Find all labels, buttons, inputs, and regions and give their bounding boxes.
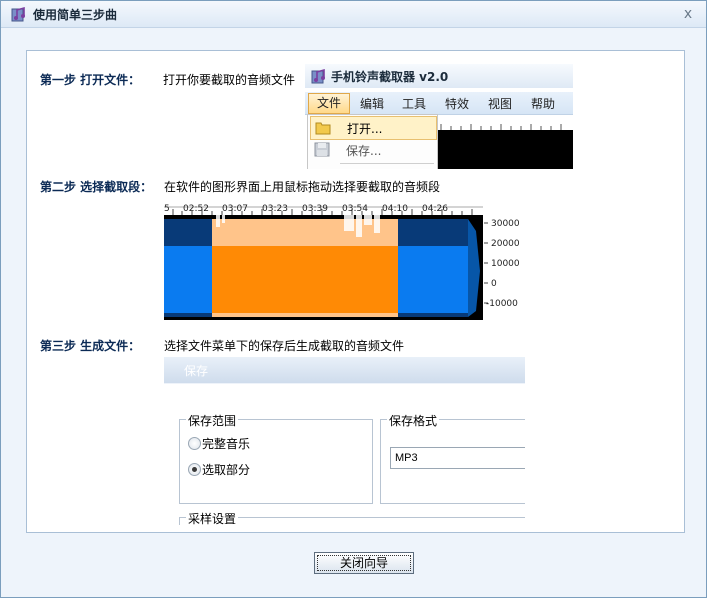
radio-selected-part[interactable] bbox=[188, 463, 201, 476]
app-menu-bar: 文件 编辑 工具 特效 视图 帮助 bbox=[305, 92, 573, 115]
wizard-window: 使用简单三步曲 x 第一步 打开文件： 打开你要截取的音频文件 手机铃声截取器 … bbox=[0, 0, 707, 598]
amp-tick: 20000 bbox=[491, 239, 520, 249]
folder-icon bbox=[315, 122, 331, 135]
save-range-label: 保存范围 bbox=[186, 412, 239, 429]
menu-item-save[interactable]: 保存... bbox=[310, 139, 435, 161]
save-dialog-title-bar: 保存 bbox=[164, 357, 525, 383]
time-tick: 04:26 bbox=[422, 204, 448, 214]
time-tick-labels: 5 02:52 03:07 03:23 03:39 03:54 04:10 04… bbox=[164, 204, 448, 214]
waveform-preview bbox=[437, 130, 573, 169]
time-tick: 03:07 bbox=[222, 204, 248, 214]
close-wizard-button[interactable]: 关闭向导 bbox=[314, 552, 414, 574]
save-range-group: 保存范围 完整音乐 选取部分 bbox=[179, 412, 373, 504]
file-menu-dropdown: 打开... 保存... bbox=[307, 114, 438, 169]
close-icon[interactable]: x bbox=[681, 7, 695, 21]
step2-description: 在软件的图形界面上用鼠标拖动选择要截取的音频段 bbox=[164, 180, 441, 194]
save-dialog-body: 保存范围 完整音乐 选取部分 保存格式 MP3 采样设置 bbox=[164, 384, 525, 525]
save-format-label: 保存格式 bbox=[387, 412, 440, 429]
amp-tick: -10000 bbox=[486, 299, 518, 309]
radio-full-music[interactable] bbox=[188, 437, 201, 450]
app-preview-screenshot: 手机铃声截取器 v2.0 文件 编辑 工具 特效 视图 帮助 打开... 保存.… bbox=[305, 64, 573, 169]
menu-item-open[interactable]: 打开... bbox=[310, 116, 437, 140]
menu-help[interactable]: 帮助 bbox=[531, 95, 555, 112]
waveform-graphic: 5 02:52 03:07 03:23 03:39 03:54 04:10 04… bbox=[164, 201, 523, 320]
time-tick: 04:10 bbox=[382, 204, 408, 214]
music-app-icon bbox=[311, 68, 325, 84]
radio-selected-part-label: 选取部分 bbox=[202, 463, 251, 477]
steps-panel: 第一步 打开文件： 打开你要截取的音频文件 手机铃声截取器 v2.0 文件 编辑… bbox=[26, 50, 685, 533]
radio-full-music-label: 完整音乐 bbox=[202, 437, 251, 451]
menu-effects[interactable]: 特效 bbox=[445, 95, 469, 112]
music-app-icon bbox=[11, 6, 25, 22]
sampling-group: 采样设置 bbox=[179, 510, 525, 525]
menu-edit[interactable]: 编辑 bbox=[360, 95, 384, 112]
time-tick: 03:23 bbox=[262, 204, 288, 214]
step1-description: 打开你要截取的音频文件 bbox=[163, 73, 296, 87]
window-title: 使用简单三步曲 bbox=[33, 8, 118, 22]
menu-file[interactable]: 文件 bbox=[308, 93, 350, 114]
menu-view[interactable]: 视图 bbox=[488, 95, 512, 112]
sampling-label: 采样设置 bbox=[186, 510, 239, 525]
menu-tools[interactable]: 工具 bbox=[402, 95, 426, 112]
menu-separator bbox=[340, 163, 434, 164]
time-tick: 02:52 bbox=[183, 204, 209, 214]
step2-label: 第二步 选择截取段： bbox=[40, 180, 153, 194]
app-title-bar: 手机铃声截取器 v2.0 bbox=[305, 64, 573, 88]
time-tick: 03:39 bbox=[302, 204, 328, 214]
waveform-selection-preview[interactable]: 5 02:52 03:07 03:23 03:39 03:54 04:10 04… bbox=[164, 201, 523, 320]
title-bar: 使用简单三步曲 x bbox=[1, 1, 706, 28]
amp-tick: 30000 bbox=[491, 219, 520, 229]
app-title: 手机铃声截取器 v2.0 bbox=[331, 70, 449, 84]
step3-description: 选择文件菜单下的保存后生成截取的音频文件 bbox=[164, 339, 405, 353]
save-dialog-title: 保存 bbox=[184, 364, 209, 378]
step1-label: 第一步 打开文件： bbox=[40, 73, 141, 87]
floppy-disk-icon bbox=[314, 142, 330, 157]
save-dialog-preview: 保存 保存范围 完整音乐 选取部分 保存格式 MP3 采样设置 bbox=[164, 357, 525, 525]
time-tick: 03:54 bbox=[342, 204, 368, 214]
amp-tick: 0 bbox=[491, 279, 497, 289]
step3-label: 第三步 生成文件： bbox=[40, 339, 141, 353]
time-tick-partial: 5 bbox=[164, 204, 170, 214]
format-select[interactable]: MP3 bbox=[390, 447, 525, 469]
amp-tick: 10000 bbox=[491, 259, 520, 269]
save-format-group: 保存格式 MP3 bbox=[380, 412, 525, 504]
